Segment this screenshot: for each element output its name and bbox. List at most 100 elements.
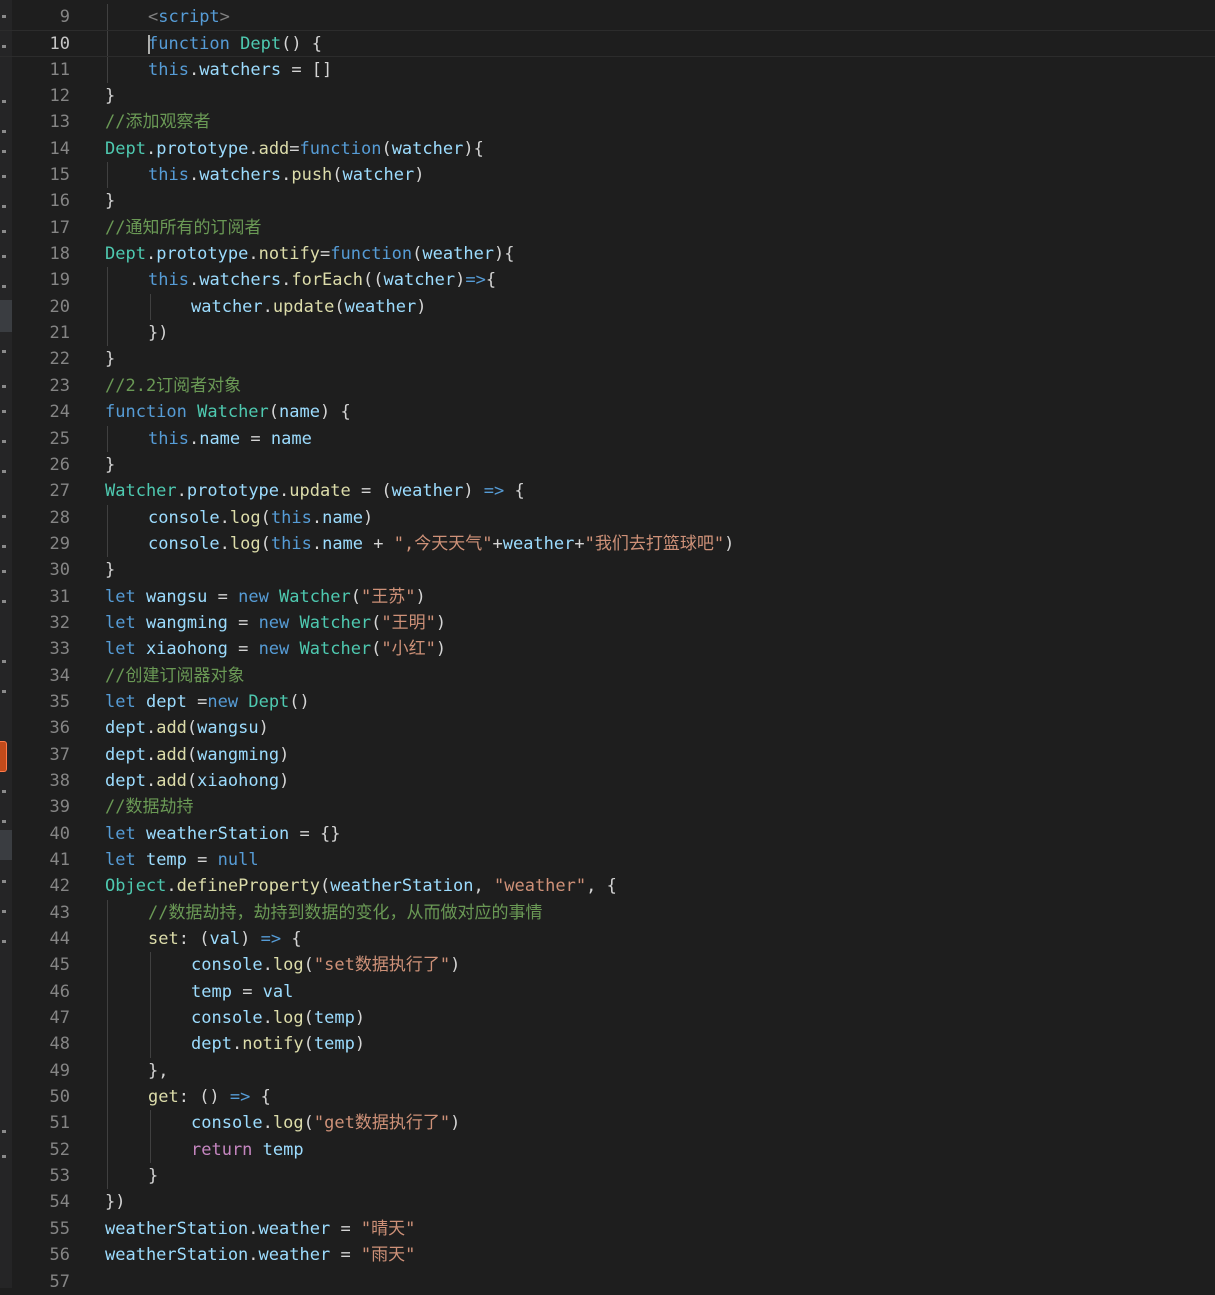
code-token: name: [270, 428, 312, 449]
code-token: (: [260, 507, 271, 528]
code-token: weatherStation: [145, 823, 290, 844]
code-token: ){: [494, 244, 515, 265]
code-editor[interactable]: 9 <script> 10 function Dept() {11 this.watch…: [0, 0, 1215, 1292]
code-line[interactable]: 57: [0, 1269, 1215, 1295]
code-token: wangming: [145, 612, 228, 633]
code-line[interactable]: 56 weatherStation.weather = "雨天": [0, 1242, 1215, 1268]
code-line[interactable]: 50 get: () => {: [0, 1084, 1215, 1111]
code-line[interactable]: 33 let xiaohong = new Watcher("小红"): [0, 636, 1215, 662]
code-line[interactable]: 43 //数据劫持，劫持到数据的变化，从而做对应的事情: [0, 899, 1215, 927]
code-line[interactable]: 51 console.log("get数据执行了"): [0, 1110, 1215, 1137]
code-line[interactable]: 38 dept.add(xiaohong): [0, 768, 1215, 794]
code-text: dept.add(wangsu): [105, 715, 269, 741]
code-line[interactable]: 22}: [0, 346, 1215, 372]
code-line[interactable]: 20 watcher.update(weather): [0, 293, 1215, 321]
line-number: 29: [49, 533, 70, 554]
code-token: script: [158, 7, 220, 27]
code-line[interactable]: 36 dept.add(wangsu): [0, 715, 1215, 741]
indent-guide: [107, 530, 108, 558]
code-line[interactable]: 34 //创建订阅器对象: [0, 663, 1215, 689]
code-line[interactable]: 18 Dept.prototype.notify=function(weather…: [0, 241, 1215, 267]
code-text: dept.add(xiaohong): [105, 768, 289, 794]
code-text: }): [105, 1189, 125, 1215]
code-line[interactable]: 14 Dept.prototype.add=function(watcher){: [0, 136, 1215, 162]
code-lines[interactable]: 9 <script> 10 function Dept() {11 this.watch…: [0, 4, 1215, 1295]
code-line[interactable]: 52 return temp: [0, 1136, 1215, 1164]
code-line[interactable]: 41 let temp = null: [0, 847, 1215, 873]
code-text: return temp: [191, 1137, 304, 1163]
code-token: ,: [473, 876, 494, 897]
code-token: name: [322, 507, 364, 528]
code-token: ): [450, 1113, 461, 1134]
code-token: >: [219, 7, 230, 27]
code-line[interactable]: 54}): [0, 1189, 1215, 1215]
code-token: Dept: [105, 138, 146, 159]
code-token: name: [279, 402, 320, 423]
code-line[interactable]: 25 this.name = name: [0, 425, 1215, 452]
code-text: console.log("set数据执行了"): [191, 952, 460, 978]
code-token: =: [186, 691, 208, 712]
code-line[interactable]: 23 //2.2订阅者对象: [0, 373, 1215, 399]
code-line[interactable]: 32 let wangming = new Watcher("王明"): [0, 610, 1215, 636]
indent-guide: [107, 56, 108, 84]
code-line[interactable]: 19 this.watchers.forEach((watcher)=>{: [0, 267, 1215, 294]
code-line[interactable]: 53}: [0, 1163, 1215, 1190]
code-line[interactable]: 10 function Dept() {: [0, 30, 1215, 57]
line-number: 44: [49, 929, 70, 950]
indent-guide: [107, 1057, 108, 1085]
code-line[interactable]: 45 console.log("set数据执行了"): [0, 952, 1215, 979]
line-number: 34: [49, 665, 70, 686]
code-token: new: [238, 586, 280, 607]
code-text: let wangsu = new Watcher("王苏"): [105, 584, 426, 610]
code-line[interactable]: 42 Object.defineProperty(weatherStation, …: [0, 873, 1215, 899]
code-line[interactable]: 24 function Watcher(name) {: [0, 399, 1215, 425]
code-line[interactable]: 31 let wangsu = new Watcher("王苏"): [0, 584, 1215, 610]
code-token: log: [272, 1113, 304, 1134]
code-token: .: [188, 428, 200, 449]
code-line[interactable]: 37 dept.add(wangming): [0, 742, 1215, 768]
code-text: get: () => {: [148, 1084, 271, 1110]
code-line[interactable]: 47 console.log(temp): [0, 1005, 1215, 1032]
code-line[interactable]: 48 dept.notify(temp): [0, 1031, 1215, 1058]
code-token: null: [217, 850, 259, 870]
line-number: 36: [49, 718, 70, 739]
code-line[interactable]: 13 //添加观察者: [0, 109, 1215, 135]
line-number: 9: [59, 7, 70, 27]
code-line[interactable]: 28 console.log(this.name): [0, 504, 1215, 531]
code-line[interactable]: 16}: [0, 188, 1215, 214]
code-token: .: [311, 533, 323, 554]
code-token: +: [492, 533, 503, 554]
code-token: dept: [105, 718, 146, 739]
code-line[interactable]: 11 this.watchers = []: [0, 56, 1215, 84]
code-token: function: [105, 402, 198, 423]
code-line[interactable]: 40 let weatherStation = {}: [0, 821, 1215, 847]
code-line[interactable]: 15 this.watchers.push(watcher): [0, 162, 1215, 189]
line-number: 41: [49, 850, 70, 870]
line-number: 18: [49, 244, 70, 265]
code-line[interactable]: 44 set: (val) => {: [0, 926, 1215, 953]
code-token: = (: [350, 481, 392, 502]
code-line[interactable]: 12}: [0, 83, 1215, 109]
indent-guide: [107, 320, 108, 347]
code-token: console: [148, 533, 220, 554]
code-line[interactable]: 49},: [0, 1057, 1215, 1085]
code-line[interactable]: 27 Watcher.prototype.update = (weather) =…: [0, 478, 1215, 504]
code-line[interactable]: 35 let dept =new Dept(): [0, 689, 1215, 715]
code-token: let: [105, 639, 146, 660]
code-line[interactable]: 30}: [0, 557, 1215, 583]
line-number: 49: [49, 1060, 70, 1081]
code-token: xiaohong: [197, 770, 280, 791]
code-line[interactable]: 46 temp = val: [0, 978, 1215, 1006]
code-line[interactable]: 26}: [0, 452, 1215, 478]
code-line[interactable]: 9 <script>: [0, 4, 1215, 31]
code-token: "我们去打篮球吧": [584, 533, 725, 554]
code-token: temp: [145, 850, 187, 870]
code-line[interactable]: 17 //通知所有的订阅者: [0, 215, 1215, 241]
code-line[interactable]: 29 console.log(this.name + ",今天天气"+weathe…: [0, 530, 1215, 558]
code-token: forEach: [291, 270, 363, 291]
code-line[interactable]: 21}): [0, 320, 1215, 347]
line-number: 26: [49, 454, 70, 475]
code-token: add: [156, 718, 187, 739]
code-line[interactable]: 55 weatherStation.weather = "晴天": [0, 1216, 1215, 1242]
code-line[interactable]: 39 //数据劫持: [0, 794, 1215, 820]
